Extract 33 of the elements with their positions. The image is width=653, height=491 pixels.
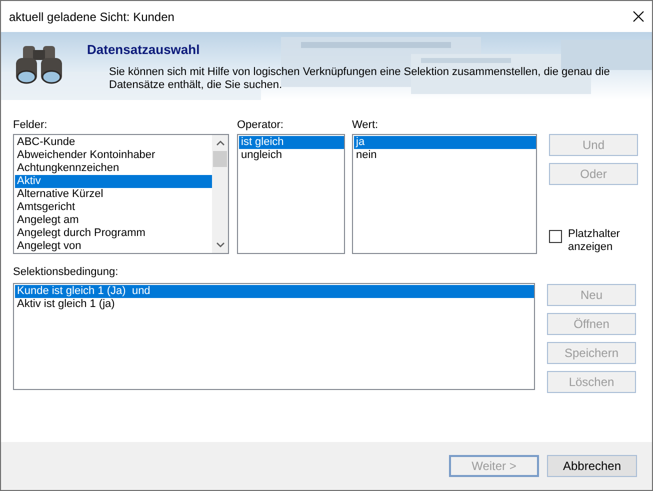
list-item[interactable]: Aktiv xyxy=(15,175,212,188)
field-label: Wert: xyxy=(352,118,380,133)
list-item[interactable]: ABC-Kunde xyxy=(15,136,212,149)
list-item[interactable]: ist gleich xyxy=(239,136,344,149)
list-box[interactable]: ist gleich ungleich xyxy=(237,134,345,254)
list-box[interactable]: ABC-Kunde Abweichender Kontoinhaber Achtungkennzeichen Aktiv Alternative Kürzel Amtsgericht Angelegt am Angelegt durch Programm Angelegt von xyxy=(13,134,229,254)
close-icon[interactable] xyxy=(633,11,644,22)
list-item[interactable]: Achtungkennzeichen xyxy=(15,162,212,175)
list-item[interactable]: Angelegt durch Programm xyxy=(15,227,212,240)
list-item[interactable]: Angelegt von xyxy=(15,240,212,253)
list-item[interactable]: ungleich xyxy=(239,149,344,162)
binoculars-icon xyxy=(13,44,65,86)
field-label: Selektionsbedingung: xyxy=(13,265,120,280)
list-item[interactable]: Kunde ist gleich 1 (Ja) und xyxy=(15,285,534,298)
list-item[interactable]: Angelegt am xyxy=(15,214,212,227)
scrollbar-thumb[interactable] xyxy=(213,151,227,167)
header-title: Datensatzauswahl xyxy=(87,41,201,59)
list-item[interactable]: Amtsgericht xyxy=(15,201,212,214)
window-title: aktuell geladene Sicht: Kunden xyxy=(9,8,174,26)
checkbox-label: Platzhalter anzeigen xyxy=(568,228,621,254)
checkbox[interactable] xyxy=(549,230,562,243)
scrollbar[interactable] xyxy=(212,135,228,253)
header-description: Sie können sich mit Hilfe von logischen Verknüpfungen eine Selektion zusammenstellen, die genau die Datensätze enthält, die Sie suchen. xyxy=(109,66,611,92)
list-item[interactable]: Alternative Kürzel xyxy=(15,188,212,201)
field-label: Operator: xyxy=(237,118,284,133)
list-item[interactable]: Abweichender Kontoinhaber xyxy=(15,149,212,162)
list-box[interactable]: ja nein xyxy=(352,134,537,254)
list-item[interactable]: ja xyxy=(354,136,536,149)
field-label: Felder: xyxy=(13,118,48,133)
list-item[interactable]: Aktiv ist gleich 1 (ja) xyxy=(15,298,534,311)
list-item[interactable]: nein xyxy=(354,149,536,162)
list-box[interactable]: Kunde ist gleich 1 (Ja) und Aktiv ist gleich 1 (ja) xyxy=(13,283,535,390)
dialog-button[interactable]: Abbrechen xyxy=(547,455,637,477)
